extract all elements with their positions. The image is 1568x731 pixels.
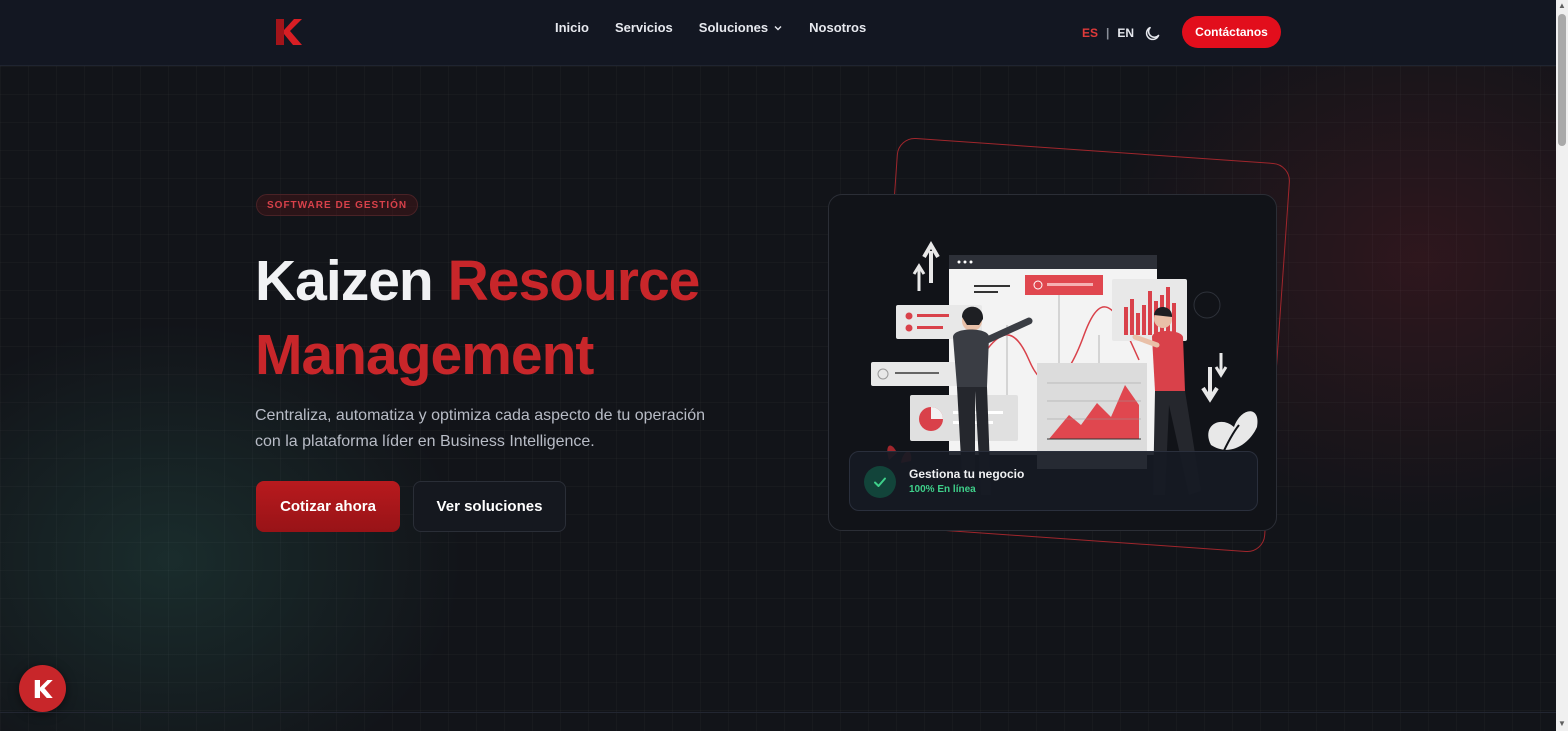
status-subtitle: 100% En línea — [909, 484, 976, 495]
hero-title-red-1: Resource — [447, 249, 701, 313]
menu-item-label: Nosotros — [809, 20, 867, 35]
menu-item-servicios[interactable]: Servicios — [615, 20, 673, 35]
hero-badge: SOFTWARE DE GESTIÓN — [256, 194, 419, 216]
menu-item-soluciones[interactable]: Soluciones — [699, 20, 783, 35]
language-switcher: ES | EN — [1082, 26, 1134, 40]
scroll-down-arrow-icon[interactable]: ▼ — [1558, 720, 1566, 728]
contact-button[interactable]: Contáctanos — [1182, 16, 1281, 48]
status-title: Gestiona tu negocio — [909, 467, 1025, 481]
hero-description: Centraliza, automatiza y optimiza cada a… — [255, 407, 706, 450]
menu-item-label: Inicio — [555, 20, 589, 35]
kaizen-logo-icon — [34, 679, 53, 698]
check-icon — [864, 466, 896, 498]
hero-title: Kaizen Resource Management — [255, 244, 701, 392]
background-grid — [0, 66, 1568, 731]
scrollbar-thumb[interactable] — [1558, 14, 1566, 146]
kaizen-chat-button[interactable] — [19, 665, 66, 712]
page: Inicio Servicios Soluciones Nosotros ES … — [0, 0, 1568, 731]
menu-item-label: Servicios — [614, 20, 673, 35]
section-divider — [0, 712, 1556, 713]
top-navbar: Inicio Servicios Soluciones Nosotros ES … — [0, 0, 1556, 66]
hero-illustration-card: Gestiona tu negocio 100% En línea — [828, 194, 1277, 531]
quote-button[interactable]: Cotizar ahora — [256, 481, 400, 532]
lang-en-link[interactable]: EN — [1117, 26, 1134, 40]
lang-separator: | — [1106, 26, 1110, 40]
menu-item-inicio[interactable]: Inicio — [555, 20, 589, 35]
view-solutions-button[interactable]: Ver soluciones — [413, 481, 566, 532]
lang-es-link[interactable]: ES — [1082, 26, 1098, 40]
hero-title-red-2: Management — [255, 323, 594, 387]
status-card: Gestiona tu negocio 100% En línea — [849, 451, 1258, 511]
chevron-down-icon — [774, 25, 782, 30]
moon-icon[interactable] — [1145, 24, 1163, 42]
page-scrollbar[interactable]: ▲ ▼ — [1556, 0, 1568, 731]
kaizen-logo[interactable] — [272, 16, 304, 48]
hero-title-white: Kaizen — [255, 249, 434, 313]
menu-item-label: Soluciones — [698, 20, 769, 35]
scroll-up-arrow-icon[interactable]: ▲ — [1558, 2, 1566, 10]
menu-item-nosotros[interactable]: Nosotros — [809, 20, 866, 35]
main-menu: Inicio Servicios Soluciones Nosotros — [555, 20, 866, 35]
